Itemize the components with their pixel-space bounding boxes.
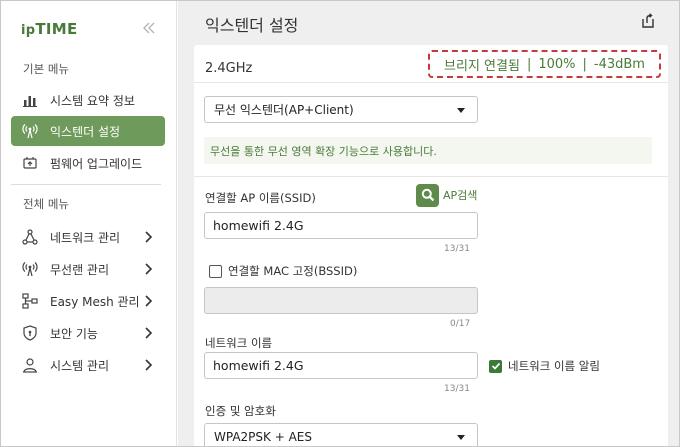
auth-encryption-value: WPA2PSK + AES <box>214 429 312 444</box>
auth-label: 인증 및 암호화 <box>205 404 276 418</box>
sidebar-item-wireless-management[interactable]: 무선랜 관리 <box>11 254 165 284</box>
ssid-counter: 13/31 <box>444 244 470 254</box>
section-label-basic: 기본 메뉴 <box>23 62 69 76</box>
firmware-chip-icon <box>22 155 38 171</box>
section-label-all: 전체 메뉴 <box>23 197 69 211</box>
sidebar-item-label: 펌웨어 업그레이드 <box>50 156 143 171</box>
chevron-right-icon <box>145 263 153 275</box>
mac-fix-label: 연결할 MAC 고정(BSSID) <box>228 264 358 278</box>
ssid-input[interactable]: homewifi 2.4G <box>204 212 478 239</box>
broadcast-ssid-checkbox-row[interactable]: 네트워크 이름 알림 <box>489 358 600 374</box>
dropdown-caret-icon <box>457 108 465 113</box>
sidebar-item-network-management[interactable]: 네트워크 관리 <box>11 222 165 252</box>
card-divider <box>194 82 668 83</box>
iptime-logo[interactable]: ipTIME <box>21 20 78 38</box>
sidebar-item-label: 보안 기능 <box>50 326 98 341</box>
sidebar-item-firmware-upgrade[interactable]: 펌웨어 업그레이드 <box>11 148 165 178</box>
wireless-antenna-icon <box>22 123 38 139</box>
extender-settings-card: 2.4GHz 브리지 연결됨 | 100% | -43dBm 무선 익스텐더(A… <box>194 45 668 446</box>
app-window: ipTIME 기본 메뉴 시스템 요약 정보 익스텐더 설정 펌웨어 업그레이드 <box>0 0 680 447</box>
sidebar-item-system-management[interactable]: 시스템 관리 <box>11 350 165 380</box>
chevron-right-icon <box>145 295 153 307</box>
user-admin-icon <box>22 357 38 373</box>
mac-fix-checkbox[interactable] <box>209 264 222 278</box>
network-name-label: 네트워크 이름 <box>205 336 273 350</box>
status-separator: | <box>526 56 532 72</box>
sidebar: ipTIME 기본 메뉴 시스템 요약 정보 익스텐더 설정 펌웨어 업그레이드 <box>1 1 177 446</box>
chevron-right-icon <box>145 327 153 339</box>
bssid-input[interactable] <box>204 287 478 314</box>
sidebar-item-security[interactable]: 보안 기능 <box>11 318 165 348</box>
extender-mode-select[interactable]: 무선 익스텐더(AP+Client) <box>204 96 478 123</box>
broadcast-ssid-checkbox[interactable] <box>489 359 502 373</box>
extender-mode-value: 무선 익스텐더(AP+Client) <box>214 103 354 117</box>
sidebar-item-label: 무선랜 관리 <box>50 262 110 277</box>
network-topology-icon <box>22 229 38 245</box>
export-icon[interactable] <box>640 13 656 29</box>
card-divider <box>194 176 668 177</box>
bar-chart-icon <box>22 92 38 108</box>
broadcast-ssid-label: 네트워크 이름 알림 <box>508 359 600 373</box>
dropdown-caret-icon <box>457 435 465 440</box>
sidebar-item-extender-settings[interactable]: 익스텐더 설정 <box>11 116 165 146</box>
chevron-right-icon <box>145 359 153 371</box>
sidebar-item-label: 네트워크 관리 <box>50 230 121 245</box>
rssi-value: -43dBm <box>593 56 645 72</box>
ssid-label: 연결할 AP 이름(SSID) <box>205 191 316 205</box>
main-content: 익스텐더 설정 2.4GHz 브리지 연결됨 | 100% | -43dBm 무… <box>178 1 679 446</box>
search-icon <box>416 183 439 207</box>
sidebar-item-easy-mesh[interactable]: Easy Mesh 관리 <box>11 286 165 316</box>
signal-percent: 100% <box>538 56 576 72</box>
status-separator: | <box>582 56 587 72</box>
logo-prefix: ip <box>21 23 36 38</box>
sidebar-divider <box>11 184 161 185</box>
sidebar-item-label: Easy Mesh 관리 <box>50 294 140 309</box>
collapse-sidebar-icon[interactable] <box>142 21 156 35</box>
auth-encryption-select[interactable]: WPA2PSK + AES <box>204 423 478 446</box>
mac-fix-checkbox-row[interactable]: 연결할 MAC 고정(BSSID) <box>209 263 357 279</box>
sidebar-item-label: 시스템 요약 정보 <box>50 93 135 108</box>
sidebar-item-label: 시스템 관리 <box>50 358 110 373</box>
band-label: 2.4GHz <box>205 61 253 76</box>
checkmark-icon <box>491 362 500 370</box>
chevron-right-icon <box>145 231 153 243</box>
mode-info-box: 무선을 통한 무선 영역 확장 기능으로 사용합니다. <box>204 137 652 164</box>
wireless-antenna-icon <box>22 261 38 277</box>
shield-icon <box>22 325 38 341</box>
page-title: 익스텐더 설정 <box>205 16 299 35</box>
logo-main: TIME <box>35 20 78 38</box>
bridge-status: 브리지 연결됨 <box>444 58 520 74</box>
network-name-input[interactable]: homewifi 2.4G <box>204 352 478 379</box>
connection-status-box: 브리지 연결됨 | 100% | -43dBm <box>428 50 661 78</box>
sidebar-item-label: 익스텐더 설정 <box>50 124 121 139</box>
sidebar-item-system-summary[interactable]: 시스템 요약 정보 <box>11 85 165 115</box>
ap-search-label: AP검색 <box>443 189 478 202</box>
network-name-counter: 13/31 <box>444 384 470 394</box>
bssid-counter: 0/17 <box>450 319 471 329</box>
ap-search-button[interactable]: AP검색 <box>416 183 477 207</box>
mesh-nodes-icon <box>22 293 38 309</box>
